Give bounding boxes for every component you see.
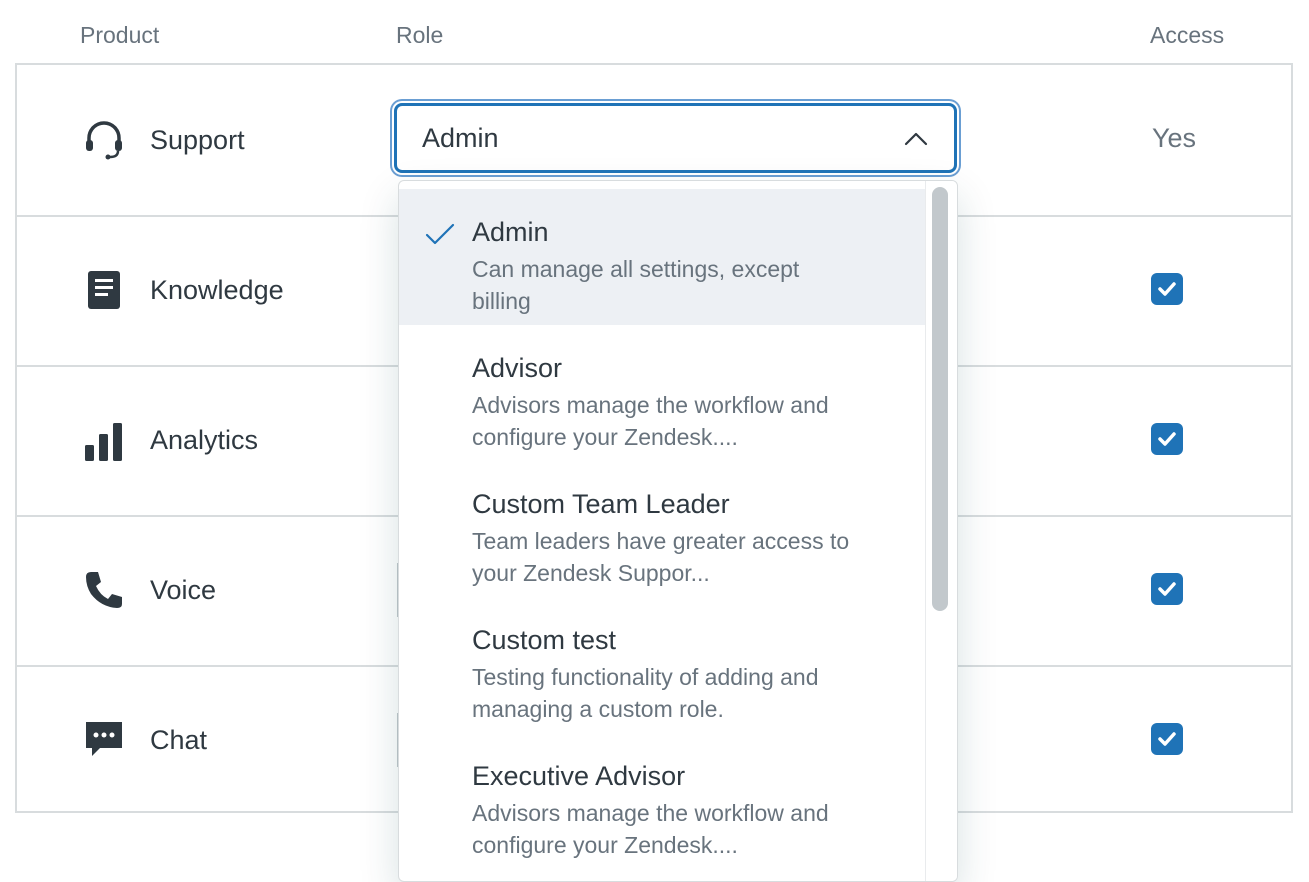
column-header-product: Product: [80, 22, 160, 48]
role-option-title: Advisor: [472, 353, 563, 383]
book-icon: [88, 271, 120, 309]
role-dropdown-menu: Admin Can manage all settings, except bi…: [398, 180, 958, 882]
role-select-support[interactable]: Admin: [394, 103, 957, 173]
product-name-voice: Voice: [150, 575, 217, 605]
role-option-executive-advisor[interactable]: Executive Advisor Advisors manage the wo…: [399, 733, 926, 869]
role-option-title: Admin: [472, 217, 549, 247]
product-name-knowledge: Knowledge: [150, 275, 284, 305]
product-name-support: Support: [150, 125, 245, 155]
product-name-analytics: Analytics: [150, 425, 259, 455]
access-value-support: Yes: [1152, 123, 1197, 153]
dropdown-scrollbar[interactable]: [925, 181, 957, 881]
role-option-title: Custom test: [472, 625, 617, 655]
role-option-title: Executive Advisor: [472, 761, 686, 791]
role-option-admin[interactable]: Admin Can manage all settings, except bi…: [399, 189, 926, 325]
role-option-custom-team-leader[interactable]: Custom Team Leader Team leaders have gre…: [399, 461, 926, 597]
role-option-title: Custom Team Leader: [472, 489, 730, 519]
access-checkbox-knowledge[interactable]: [1151, 273, 1183, 305]
access-checkbox-analytics[interactable]: [1151, 423, 1183, 455]
headset-icon: [86, 121, 122, 160]
role-select-value: Admin: [422, 123, 499, 153]
role-option-description: Advisors manage the workflow and configu…: [472, 392, 829, 450]
role-option-custom-test[interactable]: Custom test Testing functionality of add…: [399, 597, 926, 733]
checkmark-icon: [1158, 582, 1176, 596]
chat-bubble-icon: [86, 722, 122, 756]
chevron-up-icon: [904, 132, 928, 146]
role-option-advisor[interactable]: Advisor Advisors manage the workflow and…: [399, 325, 926, 461]
checkmark-icon: [1158, 732, 1176, 746]
role-option-description: Can manage all settings, except billing: [472, 256, 800, 314]
bar-chart-icon: [85, 423, 122, 461]
checkmark-icon: [425, 223, 455, 245]
access-checkbox-voice[interactable]: [1151, 573, 1183, 605]
scrollbar-thumb[interactable]: [932, 187, 948, 611]
product-name-chat: Chat: [150, 725, 208, 755]
role-option-description: Testing functionality of adding and mana…: [472, 664, 819, 722]
column-header-access: Access: [1150, 22, 1225, 48]
checkmark-icon: [1158, 432, 1176, 446]
column-header-role: Role: [396, 22, 444, 48]
access-checkbox-chat[interactable]: [1151, 723, 1183, 755]
checkmark-icon: [1158, 282, 1176, 296]
role-option-description: Advisors manage the workflow and configu…: [472, 800, 829, 858]
role-option-description: Team leaders have greater access to your…: [472, 528, 850, 586]
phone-icon: [86, 572, 122, 608]
